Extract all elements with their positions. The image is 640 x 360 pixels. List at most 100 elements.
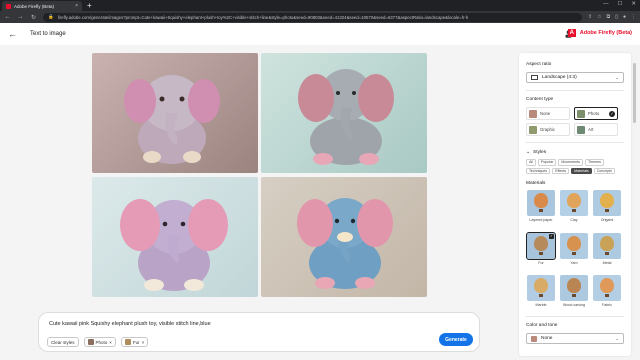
content-type-none[interactable]: None bbox=[526, 107, 570, 120]
material-layered-paper[interactable]: Layered paper bbox=[527, 190, 555, 222]
adobe-firefly-brand[interactable]: A Adobe Firefly (Beta) bbox=[567, 29, 632, 37]
adobe-favicon-icon bbox=[6, 3, 11, 9]
aspect-ratio-label: Aspect ratio bbox=[526, 62, 552, 67]
browser-extensions: ⇪ ☆ ⧉ ▯ ● ⋮ bbox=[588, 14, 636, 20]
chip-remove-icon[interactable]: × bbox=[142, 340, 145, 345]
chip-label: Photo bbox=[95, 339, 108, 345]
extensions-icon[interactable]: ⧉ bbox=[607, 14, 611, 20]
content-type-art[interactable]: Art bbox=[574, 123, 618, 136]
address-bar[interactable]: 🔒 firefly.adobe.com/generate/images?prom… bbox=[43, 12, 582, 22]
option-label: Photo bbox=[588, 111, 600, 116]
style-tab[interactable]: Movements bbox=[558, 159, 583, 166]
browser-menu-icon[interactable]: ⋮ bbox=[631, 14, 636, 20]
style-chip-photo[interactable]: Photo × bbox=[83, 337, 116, 347]
gray-elephant-plush-image bbox=[298, 69, 394, 165]
generated-image-1[interactable] bbox=[92, 53, 258, 173]
fur-thumb-icon bbox=[124, 339, 131, 345]
materials-label: Materials bbox=[526, 181, 546, 186]
style-chip-fur[interactable]: Fur × bbox=[120, 337, 149, 347]
material-label: Layered paper bbox=[529, 217, 553, 222]
style-tabs: All Popular Movements Themes Techniques … bbox=[526, 159, 624, 174]
brand-name: Adobe Firefly (Beta) bbox=[579, 30, 632, 36]
style-tab[interactable]: Popular bbox=[538, 159, 557, 166]
generated-image-4[interactable] bbox=[261, 177, 427, 297]
material-wood-carving[interactable]: Wood carving bbox=[560, 275, 588, 307]
browser-back-icon[interactable]: ← bbox=[4, 14, 11, 20]
material-origami[interactable]: Origami bbox=[593, 190, 621, 222]
clear-styles-button[interactable]: Clear styles bbox=[47, 337, 79, 347]
style-tab[interactable]: Techniques bbox=[526, 167, 551, 174]
content-type-photo[interactable]: Photo ✓ bbox=[574, 107, 618, 120]
graphic-thumb-icon bbox=[529, 125, 537, 134]
chip-label: Fur bbox=[132, 339, 140, 345]
style-chips: Clear styles Photo × Fur × bbox=[47, 337, 149, 347]
material-fur[interactable]: ✓ Fur bbox=[526, 232, 556, 265]
share-icon[interactable]: ⇪ bbox=[588, 14, 592, 20]
material-marble[interactable]: Marble bbox=[527, 275, 555, 307]
clear-styles-label: Clear styles bbox=[51, 339, 75, 345]
material-thumb bbox=[560, 275, 588, 301]
generated-images-grid bbox=[92, 53, 427, 297]
material-label: Marble bbox=[535, 302, 547, 307]
reload-icon[interactable]: ↻ bbox=[30, 14, 37, 21]
chevron-down-icon: ⌄ bbox=[615, 335, 619, 341]
aspect-ratio-value: Landscape (4:3) bbox=[542, 75, 577, 80]
material-fabric[interactable]: Fabric bbox=[593, 275, 621, 307]
generated-image-3[interactable] bbox=[92, 177, 258, 297]
landscape-icon bbox=[531, 75, 538, 80]
content-type-graphic[interactable]: Graphic bbox=[526, 123, 570, 136]
style-tab[interactable]: Themes bbox=[584, 159, 604, 166]
browser-forward-icon[interactable]: → bbox=[17, 14, 24, 20]
color-tone-value: None bbox=[541, 336, 553, 341]
material-thumb: ✓ bbox=[526, 232, 556, 260]
divider bbox=[526, 316, 624, 317]
generate-button[interactable]: Generate bbox=[439, 333, 473, 346]
chevron-down-icon: ⌄ bbox=[526, 150, 531, 155]
color-tone-label: Color and tone bbox=[526, 323, 558, 328]
material-metal[interactable]: Metal bbox=[593, 233, 621, 265]
styles-header[interactable]: ⌄ Styles bbox=[526, 150, 546, 155]
aspect-ratio-dropdown[interactable]: Landscape (4:3) ⌄ bbox=[526, 72, 624, 83]
style-tab[interactable]: Concepts bbox=[593, 167, 615, 174]
material-label: Yarn bbox=[570, 260, 578, 265]
material-thumb bbox=[593, 190, 621, 216]
tab-close-icon[interactable]: × bbox=[75, 3, 78, 9]
browser-tab[interactable]: Adobe Firefly (Beta) × bbox=[2, 1, 82, 11]
style-tab[interactable]: All bbox=[526, 159, 536, 166]
content-type-label: Content type bbox=[526, 97, 554, 102]
style-tab[interactable]: Effects bbox=[552, 167, 570, 174]
material-label: Origami bbox=[600, 217, 614, 222]
material-clay[interactable]: Clay bbox=[560, 190, 588, 222]
chevron-down-icon: ⌄ bbox=[615, 74, 619, 80]
blue-elephant-plush-image bbox=[297, 198, 393, 289]
panel-scrollbar[interactable] bbox=[632, 53, 636, 356]
chip-remove-icon[interactable]: × bbox=[109, 340, 112, 345]
checkmark-icon: ✓ bbox=[609, 110, 615, 117]
bookmark-star-icon[interactable]: ☆ bbox=[597, 14, 601, 20]
back-arrow-icon[interactable]: ← bbox=[8, 29, 20, 39]
material-thumb bbox=[560, 190, 588, 216]
sidebar-icon[interactable]: ▯ bbox=[615, 14, 618, 20]
minimize-icon[interactable]: — bbox=[603, 1, 609, 7]
styles-label: Styles bbox=[533, 150, 547, 155]
material-label: Clay bbox=[570, 217, 578, 222]
app-header: ← Text to image A Adobe Firefly (Beta) bbox=[0, 23, 640, 45]
new-tab-button[interactable]: + bbox=[87, 1, 92, 10]
prompt-input[interactable]: Cute kawaii pink Squishy elephant plush … bbox=[49, 321, 211, 327]
color-tone-dropdown[interactable]: None ⌄ bbox=[526, 333, 624, 344]
window-controls: — ☐ ✕ bbox=[603, 1, 636, 7]
purple-elephant-plush-image bbox=[120, 199, 228, 291]
material-label: Fabric bbox=[602, 302, 612, 307]
maximize-icon[interactable]: ☐ bbox=[617, 1, 622, 7]
divider bbox=[526, 142, 624, 143]
material-thumb bbox=[593, 275, 621, 301]
profile-icon[interactable]: ● bbox=[623, 14, 626, 20]
close-window-icon[interactable]: ✕ bbox=[631, 1, 636, 7]
generated-image-2[interactable] bbox=[261, 53, 427, 173]
pink-elephant-plush-image bbox=[124, 75, 220, 164]
material-yarn[interactable]: Yarn bbox=[560, 233, 588, 265]
option-label: Graphic bbox=[540, 127, 556, 132]
url-text: firefly.adobe.com/generate/images?prompt… bbox=[57, 14, 469, 20]
style-tab-materials[interactable]: Materials bbox=[571, 167, 592, 174]
scrollbar-thumb[interactable] bbox=[632, 63, 636, 123]
